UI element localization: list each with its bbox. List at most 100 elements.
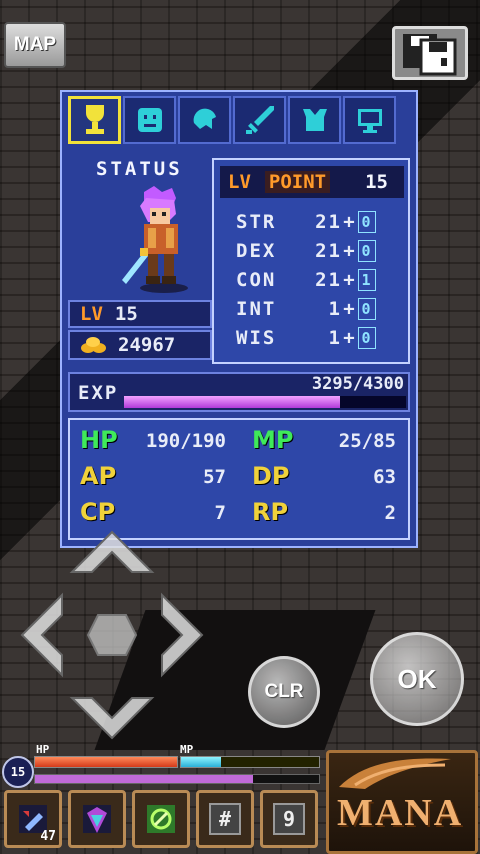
status-tabs	[68, 96, 396, 144]
stat-plus: +	[343, 240, 357, 262]
rp-value: 2	[384, 502, 396, 524]
tab-armor[interactable]	[288, 96, 341, 144]
tab-helmet[interactable]	[178, 96, 231, 144]
stat-row-dex[interactable]: DEX 21 + 0	[236, 237, 386, 265]
quick-slot-5[interactable]: 9	[260, 790, 318, 848]
exp-bar-fill	[124, 396, 340, 408]
stat-name: WIS	[236, 327, 277, 349]
quick-slot-4[interactable]: #	[196, 790, 254, 848]
hud-hp-label: HP	[36, 743, 50, 756]
hud-mp-bar	[180, 756, 320, 768]
mp-label: MP	[252, 426, 294, 454]
hud-exp-fill	[35, 775, 253, 783]
stat-bonus: 0	[358, 211, 376, 233]
dp-value: 63	[373, 466, 396, 488]
level-value: 15	[114, 303, 138, 325]
dpad-left-arrow-icon[interactable]	[20, 592, 63, 678]
floppy-disk-icon	[403, 34, 457, 76]
ap-value: 57	[203, 466, 226, 488]
stat-value: 1	[328, 298, 342, 320]
tab-face[interactable]	[123, 96, 176, 144]
face-icon	[137, 108, 162, 132]
stat-plus: +	[343, 327, 357, 349]
ok-button[interactable]: OK	[370, 632, 464, 726]
hash-key-icon: #	[209, 803, 241, 835]
ap-label: AP	[80, 462, 117, 490]
hero-sprite-icon	[122, 186, 188, 293]
cp-value: 7	[214, 502, 226, 524]
level-label: LV	[80, 303, 103, 325]
stat-bonus: 1	[358, 269, 376, 291]
stat-bonus: 0	[358, 240, 376, 262]
stat-value: 21	[315, 269, 342, 291]
exp-bar	[124, 396, 406, 408]
direction-pad[interactable]	[20, 530, 204, 740]
tab-sword[interactable]	[233, 96, 286, 144]
stat-plus: +	[343, 269, 357, 291]
helmet-icon	[193, 108, 216, 129]
attribute-panel: LV POINT 15 STR 21 + 0 DEX 21 + 0 CON 21…	[212, 158, 410, 364]
stat-bonus: 0	[358, 327, 376, 349]
hud-hp-bar	[34, 756, 178, 768]
level-point-value: 15	[365, 171, 388, 193]
hp-label: HP	[80, 426, 118, 454]
combat-stats-panel: HP 190/190 MP 25/85 AP 57 DP 63 CP 7 RP …	[68, 418, 410, 540]
level-point-label: POINT	[264, 171, 331, 193]
stat-row-str[interactable]: STR 21 + 0	[236, 208, 386, 236]
status-window: STATUS LV 15 24967 LV POINT 15 STR 21 + …	[60, 90, 418, 548]
tab-monitor[interactable]	[343, 96, 396, 144]
mp-value: 25/85	[338, 430, 396, 452]
crystal-icon	[83, 805, 111, 833]
quick-slot-3[interactable]	[132, 790, 190, 848]
stat-plus: +	[343, 211, 357, 233]
rune-icon	[147, 805, 175, 833]
clear-button[interactable]: CLR	[248, 656, 320, 728]
rp-label: RP	[252, 498, 289, 526]
gold-value: 24967	[118, 334, 176, 356]
monitor-icon	[357, 109, 382, 133]
stat-row-int[interactable]: INT 1 + 0	[236, 295, 386, 323]
hud-mp-label: MP	[180, 743, 194, 756]
hud-level-badge: 15	[2, 756, 34, 788]
cp-label: CP	[80, 498, 116, 526]
gold-display: 24967	[68, 330, 212, 360]
level-display: LV 15	[68, 300, 212, 328]
quick-slot-1[interactable]: 47	[4, 790, 62, 848]
exp-label: EXP	[78, 382, 119, 404]
exp-display: EXP 3295/4300	[68, 372, 410, 412]
save-button[interactable]	[392, 26, 468, 80]
map-button[interactable]: MAP	[4, 22, 66, 68]
dpad-center-icon	[86, 614, 138, 656]
dpad-up-arrow-icon[interactable]	[69, 530, 155, 573]
stat-name: CON	[236, 269, 277, 291]
quick-slot-count: 47	[40, 829, 56, 844]
stat-value: 1	[328, 327, 342, 349]
armor-icon	[302, 109, 327, 131]
quick-slots: 47 # 9	[4, 790, 318, 848]
hud-hp-fill	[35, 757, 177, 767]
hp-value: 190/190	[145, 430, 226, 452]
level-point-lv-label: LV	[228, 171, 251, 193]
tab-trophy[interactable]	[68, 96, 121, 144]
stat-row-wis[interactable]: WIS 1 + 0	[236, 324, 386, 352]
hud-exp-bar	[34, 774, 320, 784]
stat-value: 21	[315, 240, 342, 262]
stat-name: STR	[236, 211, 277, 233]
stat-value: 21	[315, 211, 342, 233]
stat-name: DEX	[236, 240, 277, 262]
bottom-hud: 15 HP MP 47 # 9 MANA	[0, 743, 480, 854]
quick-slot-2[interactable]	[68, 790, 126, 848]
stat-bonus: 0	[358, 298, 376, 320]
nine-key-icon: 9	[273, 803, 305, 835]
dpad-right-arrow-icon[interactable]	[161, 592, 204, 678]
gold-coins-icon	[81, 337, 106, 353]
mana-button[interactable]: MANA	[326, 750, 478, 854]
stat-name: INT	[236, 298, 277, 320]
sword-icon	[245, 106, 274, 134]
mana-label: MANA	[337, 792, 464, 834]
exp-value: 3295/4300	[311, 374, 404, 394]
stat-row-con[interactable]: CON 21 + 1	[236, 266, 386, 294]
level-point-row: LV POINT 15	[220, 166, 404, 198]
wing-icon	[339, 758, 451, 789]
dpad-down-arrow-icon[interactable]	[69, 697, 155, 740]
